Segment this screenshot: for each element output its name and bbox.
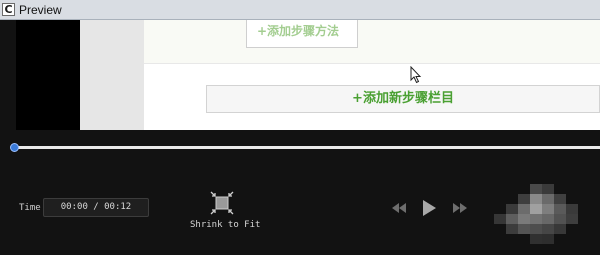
time-label: Time (19, 203, 41, 213)
video-letterbox (16, 20, 80, 130)
mouse-cursor-icon (410, 66, 422, 84)
skip-back-icon[interactable] (392, 200, 406, 216)
timeline-playhead[interactable] (10, 143, 19, 152)
window-title: Preview (19, 3, 62, 17)
title-bar: C Preview (0, 0, 600, 20)
shrink-to-fit-icon[interactable] (210, 191, 234, 215)
play-icon[interactable] (421, 200, 437, 216)
timeline-track[interactable] (14, 146, 600, 149)
video-top-band (144, 20, 600, 64)
pixelated-watermark (494, 184, 578, 244)
video-partial-button: +添加步骤方法 (246, 20, 358, 48)
skip-forward-icon[interactable] (453, 200, 467, 216)
video-add-step-label: +添加新步骤栏目 (352, 91, 454, 106)
video-side-panel (80, 20, 144, 130)
preview-app-icon: C (2, 3, 15, 16)
shrink-to-fit-label: Shrink to Fit (190, 220, 261, 230)
video-partial-button-label: +添加步骤方法 (257, 24, 340, 38)
video-add-step-button: +添加新步骤栏目 (206, 85, 600, 113)
time-display: 00:00 / 00:12 (43, 198, 149, 217)
